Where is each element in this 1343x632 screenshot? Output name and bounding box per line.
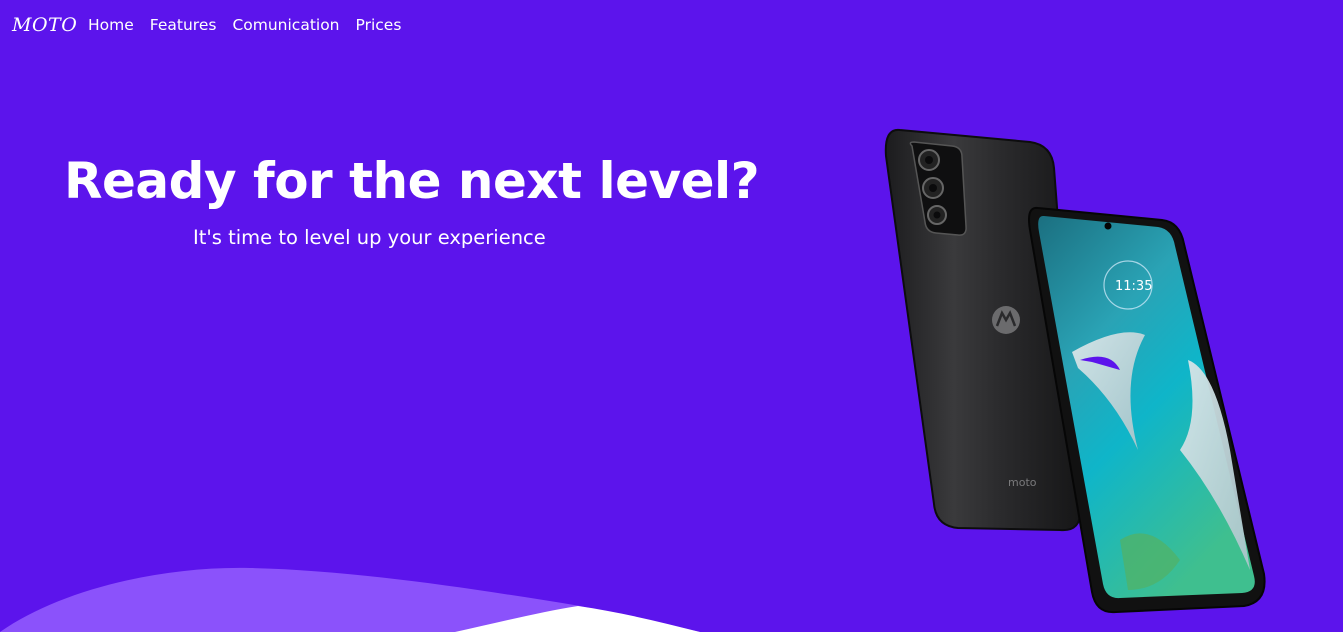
phone-image: 11:35 moto	[884, 128, 1266, 614]
hero-subtitle: It's time to level up your experience	[193, 226, 546, 249]
motorola-logo-icon	[992, 306, 1020, 334]
wave-light-shape	[0, 567, 700, 632]
navbar: MOTO Home Features Comunication Prices	[0, 0, 1343, 52]
back-brand-text: moto	[1008, 476, 1037, 489]
nav-links: Home Features Comunication Prices	[88, 16, 417, 34]
hero-title: Ready for the next level?	[64, 152, 760, 210]
brand-logo[interactable]: MOTO	[12, 14, 77, 36]
nav-link-home[interactable]: Home	[88, 16, 134, 34]
nav-link-prices[interactable]: Prices	[356, 16, 402, 34]
nav-link-comunication[interactable]: Comunication	[232, 16, 339, 34]
clock-time: 11:35	[1115, 279, 1152, 294]
wave-white-shape	[455, 606, 700, 632]
nav-link-features[interactable]: Features	[150, 16, 217, 34]
